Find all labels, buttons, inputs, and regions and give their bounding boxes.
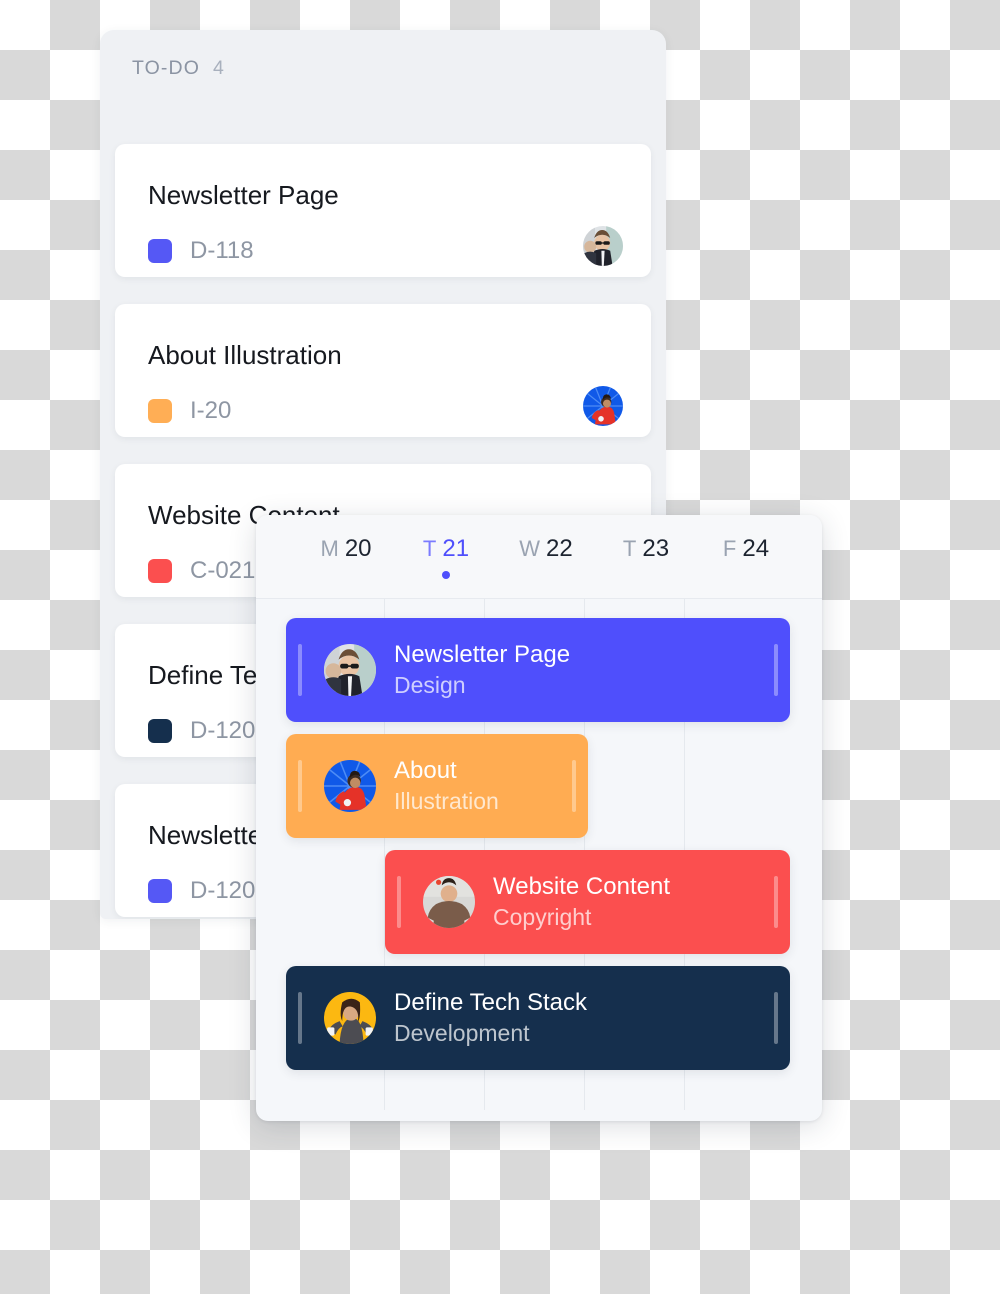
- calendar-day-number: 23: [642, 534, 670, 562]
- event-resize-handle-left[interactable]: [298, 992, 302, 1044]
- calendar-timeline-body: Newsletter Page Design About Illustration …: [256, 599, 822, 1121]
- calendar-day-23[interactable]: T 23: [596, 535, 696, 579]
- event-title: About: [394, 757, 457, 784]
- calendar-day-number: 20: [344, 534, 372, 562]
- calendar-day-of-week: W: [519, 535, 541, 561]
- event-resize-handle-left[interactable]: [298, 760, 302, 812]
- avatar[interactable]: [583, 226, 623, 266]
- label-color-swatch: [148, 559, 172, 583]
- event-subtitle: Illustration: [394, 788, 499, 814]
- calendar-day-label: M 20: [320, 535, 371, 563]
- calendar-day-of-week: T: [622, 535, 637, 561]
- event-resize-handle-right[interactable]: [774, 992, 778, 1044]
- event-resize-handle-right[interactable]: [774, 876, 778, 928]
- label-color-swatch: [148, 239, 172, 263]
- todo-card-meta: C-021: [148, 557, 255, 585]
- calendar-day-24[interactable]: F 24: [696, 535, 796, 579]
- event-title: Website Content: [493, 873, 670, 900]
- todo-card-meta: D-120: [148, 717, 255, 745]
- calendar-day-21[interactable]: T 21: [396, 535, 496, 579]
- todo-card-meta: D-118: [148, 237, 254, 265]
- event-subtitle: Copyright: [493, 904, 592, 930]
- event-title: Newsletter Page: [394, 641, 571, 668]
- event-subtitle: Design: [394, 672, 466, 698]
- todo-card-meta: D-120: [148, 877, 255, 905]
- avatar[interactable]: [324, 644, 376, 696]
- event-text: Website Content Copyright: [493, 873, 670, 931]
- calendar-day-label: T 21: [423, 535, 469, 563]
- todo-column-header: TO-DO 4: [132, 57, 224, 80]
- todo-card-code: D-120: [190, 877, 256, 904]
- event-text: Define Tech Stack Development: [394, 989, 587, 1047]
- avatar[interactable]: [423, 876, 475, 928]
- label-color-swatch: [148, 399, 172, 423]
- calendar-day-of-week: F: [722, 535, 737, 561]
- label-color-swatch: [148, 879, 172, 903]
- event-resize-handle-left[interactable]: [298, 644, 302, 696]
- calendar-day-header: M 20 T 21 W 22 T 23 F 24: [256, 515, 822, 599]
- calendar-day-number: 24: [742, 534, 770, 562]
- calendar-day-22[interactable]: W 22: [496, 535, 596, 579]
- avatar[interactable]: [324, 992, 376, 1044]
- event-text: About Illustration: [394, 757, 499, 815]
- calendar-day-number: 22: [546, 534, 573, 562]
- event-subtitle: Development: [394, 1020, 530, 1046]
- calendar-event[interactable]: Define Tech Stack Development: [286, 966, 790, 1070]
- todo-card-code: D-120: [190, 717, 256, 744]
- calendar-day-of-week: M: [320, 535, 339, 561]
- calendar-event[interactable]: Newsletter Page Design: [286, 618, 790, 722]
- event-resize-handle-left[interactable]: [397, 876, 401, 928]
- calendar-day-label: T 23: [623, 535, 669, 563]
- todo-column-count: 4: [212, 57, 224, 79]
- calendar-event[interactable]: Website Content Copyright: [385, 850, 790, 954]
- todo-card-code: D-118: [190, 237, 254, 264]
- todo-card-code: C-021: [190, 557, 256, 584]
- event-title: Define Tech Stack: [394, 989, 587, 1016]
- event-text: Newsletter Page Design: [394, 641, 570, 699]
- todo-column-title: TO-DO: [132, 57, 200, 79]
- calendar-day-20[interactable]: M 20: [296, 535, 396, 579]
- calendar-day-label: W 22: [519, 535, 572, 563]
- todo-card[interactable]: Newsletter Page D-118: [115, 144, 651, 277]
- calendar-day-number: 21: [442, 534, 470, 562]
- event-resize-handle-right[interactable]: [572, 760, 576, 812]
- avatar[interactable]: [324, 760, 376, 812]
- todo-card-code: I-20: [190, 397, 232, 424]
- calendar-event[interactable]: About Illustration: [286, 734, 588, 838]
- calendar-day-of-week: T: [422, 535, 437, 561]
- event-resize-handle-right[interactable]: [774, 644, 778, 696]
- todo-card-meta: I-20: [148, 397, 231, 425]
- todo-card[interactable]: About Illustration I-20: [115, 304, 651, 437]
- todo-card-title: Newsletter Page: [148, 180, 339, 210]
- todo-card-title: About Illustration: [148, 340, 342, 370]
- calendar-day-label: F 24: [723, 535, 769, 563]
- avatar[interactable]: [583, 386, 623, 426]
- calendar-event-list: Newsletter Page Design About Illustration …: [256, 599, 822, 1121]
- calendar-today-dot: [442, 570, 450, 579]
- label-color-swatch: [148, 719, 172, 743]
- calendar-panel: M 20 T 21 W 22 T 23 F 24 Newsletter Page Design: [256, 515, 822, 1121]
